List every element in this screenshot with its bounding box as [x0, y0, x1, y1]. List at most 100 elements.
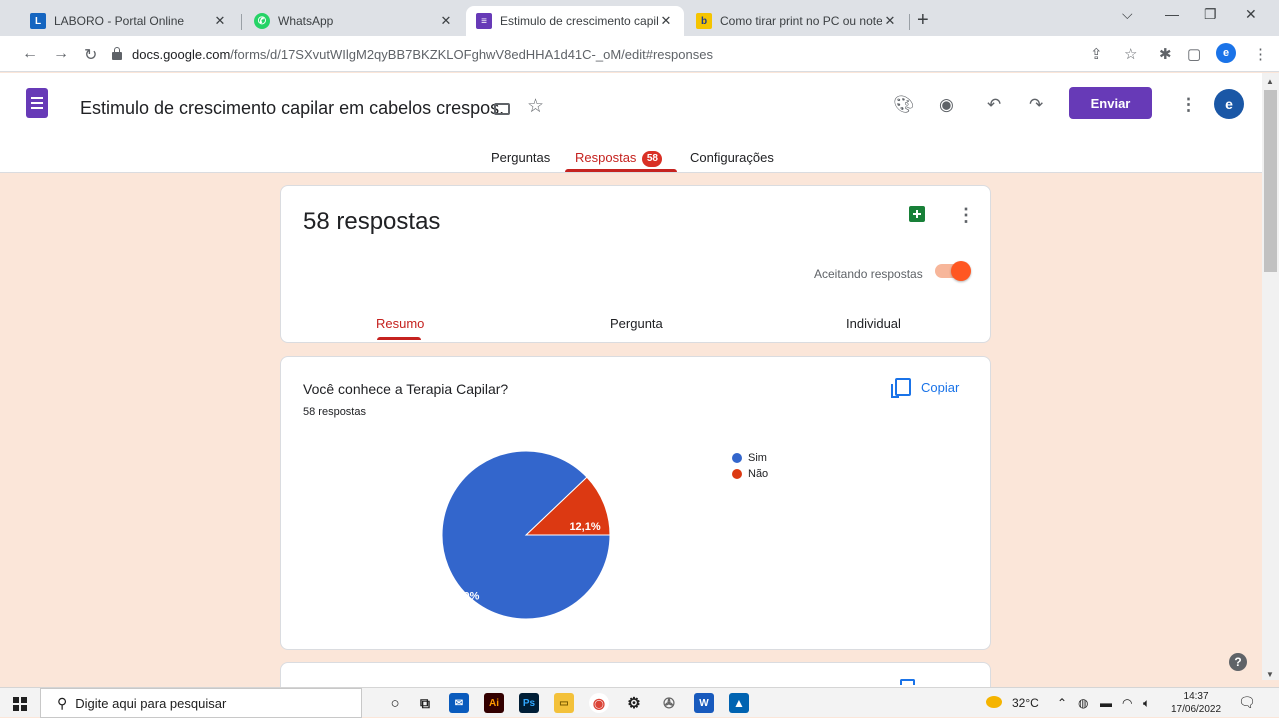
minimize-icon[interactable]: — — [1165, 6, 1179, 22]
close-icon[interactable]: ✕ — [438, 13, 454, 29]
scroll-up-icon[interactable]: ▲ — [1266, 77, 1274, 86]
legend-swatch — [732, 469, 742, 479]
question-summary-card: Você conhece a Terapia Capilar? 58 respo… — [280, 356, 991, 650]
tab-label: Estimulo de crescimento capilar e — [500, 14, 658, 28]
close-icon[interactable]: ✕ — [658, 13, 674, 29]
notifications-icon[interactable]: 🗨︎ — [1238, 694, 1256, 711]
more-options-icon[interactable]: ⋮ — [957, 206, 975, 224]
help-icon[interactable]: ? — [1229, 653, 1247, 671]
network-icon[interactable]: ◍ — [1078, 696, 1088, 710]
pie-slice-label: 12,1% — [569, 521, 600, 533]
close-icon[interactable]: ✕ — [212, 13, 228, 29]
tab-individual[interactable]: Individual — [846, 316, 901, 331]
google-sheets-icon[interactable] — [909, 206, 925, 222]
bookmark-star-icon[interactable]: ☆ — [1124, 45, 1137, 63]
extensions-icon[interactable]: ✱ — [1159, 45, 1172, 63]
search-placeholder: Digite aqui para pesquisar — [75, 695, 227, 711]
legend-item-sim[interactable]: Sim — [732, 450, 768, 466]
weather-icon[interactable] — [986, 696, 1002, 708]
scrollbar-thumb[interactable] — [1264, 90, 1277, 272]
close-window-icon[interactable]: ✕ — [1245, 6, 1257, 23]
share-icon[interactable]: ⇪ — [1090, 45, 1103, 63]
settings-gear-icon[interactable]: ⚙ — [624, 693, 644, 713]
star-icon[interactable]: ☆ — [527, 95, 544, 118]
side-panel-icon[interactable]: ▢ — [1187, 45, 1201, 63]
redo-icon[interactable]: ↷ — [1029, 95, 1043, 115]
responses-count-badge: 58 — [642, 150, 663, 167]
close-icon[interactable]: ✕ — [882, 13, 898, 29]
url-path: /forms/d/17SXvutWIlgM2qyBB7BKZKLOFghwV8e… — [230, 46, 713, 62]
tab-responses[interactable]: Respostas 58 — [575, 150, 663, 167]
preview-eye-icon[interactable]: ◉ — [939, 95, 954, 115]
legend-item-nao[interactable]: Não — [732, 466, 768, 482]
scroll-down-icon[interactable]: ▼ — [1266, 670, 1274, 679]
browser-tab-laboro[interactable]: L LABORO - Portal Online ✕ — [20, 6, 238, 36]
chevron-up-icon[interactable]: ⌃ — [1057, 696, 1067, 710]
browser-tab-whatsapp[interactable]: ✆ WhatsApp ✕ — [244, 6, 464, 36]
responses-summary-card: 58 respostas ⋮ Aceitando respostas Resum… — [280, 185, 991, 343]
taskbar-clock[interactable]: 14:37 17/06/2022 — [1171, 690, 1221, 716]
file-explorer-icon[interactable]: ▭ — [554, 693, 574, 713]
chart-legend: Sim Não — [732, 450, 768, 482]
forward-icon[interactable]: → — [53, 45, 69, 63]
tab-responses-label: Respostas — [575, 150, 637, 165]
pie-chart: 12,1% 87,9% — [441, 450, 611, 620]
chrome-icon[interactable]: ◉ — [589, 693, 609, 713]
active-tab-indicator — [377, 337, 421, 340]
tab-summary[interactable]: Resumo — [376, 316, 424, 331]
copy-icon[interactable] — [900, 679, 915, 685]
tab-label: WhatsApp — [278, 14, 334, 28]
tab-questions[interactable]: Perguntas — [491, 150, 550, 165]
browser-tab-print[interactable]: b Como tirar print no PC ou notebo ✕ — [686, 6, 908, 36]
windows-taskbar: ⚲ Digite aqui para pesquisar ○ ⧉ ✉ Ai Ps… — [0, 687, 1279, 718]
mail-icon[interactable]: ✉ — [449, 693, 469, 713]
b-icon: b — [696, 13, 712, 29]
taskbar-search-input[interactable]: ⚲ Digite aqui para pesquisar — [40, 688, 362, 718]
reload-icon[interactable]: ↻ — [84, 45, 97, 65]
whatsapp-icon: ✆ — [254, 13, 270, 29]
browser-profile-avatar[interactable]: e — [1216, 43, 1236, 63]
undo-icon[interactable]: ↶ — [987, 95, 1001, 115]
palette-icon[interactable]: 🎨︎ — [893, 95, 915, 115]
legend-label: Não — [748, 468, 769, 480]
clock-time: 14:37 — [1183, 691, 1209, 702]
volume-icon[interactable]: 🔈︎ — [1143, 696, 1150, 711]
legend-swatch — [732, 453, 742, 463]
restore-icon[interactable]: ❐ — [1204, 6, 1217, 23]
url-host: docs.google.com — [132, 46, 231, 62]
toggle-knob[interactable] — [951, 261, 971, 281]
tab-question[interactable]: Pergunta — [610, 316, 663, 331]
address-bar[interactable]: docs.google.com/forms/d/17SXvutWIlgM2qyB… — [112, 40, 1212, 68]
browser-tab-strip: L LABORO - Portal Online ✕ ✆ WhatsApp ✕ … — [0, 0, 1279, 36]
tab-separator — [909, 14, 910, 30]
active-tab-indicator — [565, 169, 677, 172]
new-tab-button[interactable]: + — [917, 10, 929, 30]
word-icon[interactable]: W — [694, 693, 714, 713]
tab-settings[interactable]: Configurações — [690, 150, 774, 165]
tab-separator — [241, 14, 242, 30]
browser-tab-forms[interactable]: ≡ Estimulo de crescimento capilar e ✕ — [466, 6, 684, 36]
task-view-icon[interactable]: ⧉ — [415, 693, 435, 713]
app-icon[interactable]: ✇ — [659, 693, 679, 713]
browser-menu-icon[interactable]: ⋮ — [1253, 45, 1268, 63]
form-title[interactable]: Estimulo de crescimento capilar em cabel… — [80, 98, 504, 119]
send-button[interactable]: Enviar — [1069, 87, 1152, 119]
temperature-label[interactable]: 32°C — [1012, 696, 1039, 710]
photos-icon[interactable]: ▲ — [729, 693, 749, 713]
clock-date: 17/06/2022 — [1171, 704, 1222, 715]
account-avatar[interactable]: e — [1214, 89, 1244, 119]
laboro-icon: L — [30, 13, 46, 29]
tab-search-icon[interactable]: ⌵ — [1122, 6, 1133, 23]
folder-icon[interactable] — [494, 103, 510, 115]
illustrator-icon[interactable]: Ai — [484, 693, 504, 713]
tab-label: LABORO - Portal Online — [54, 14, 185, 28]
photoshop-icon[interactable]: Ps — [519, 693, 539, 713]
battery-icon[interactable]: ▬ — [1100, 696, 1112, 710]
search-icon: ⚲ — [57, 694, 68, 711]
google-forms-logo-icon[interactable] — [26, 88, 48, 118]
cortana-icon[interactable]: ○ — [385, 693, 405, 713]
wifi-icon[interactable]: ◠ — [1122, 696, 1132, 710]
more-options-icon[interactable]: ⋮ — [1180, 95, 1197, 115]
back-icon[interactable]: ← — [22, 45, 38, 63]
windows-start-icon[interactable] — [13, 697, 27, 711]
